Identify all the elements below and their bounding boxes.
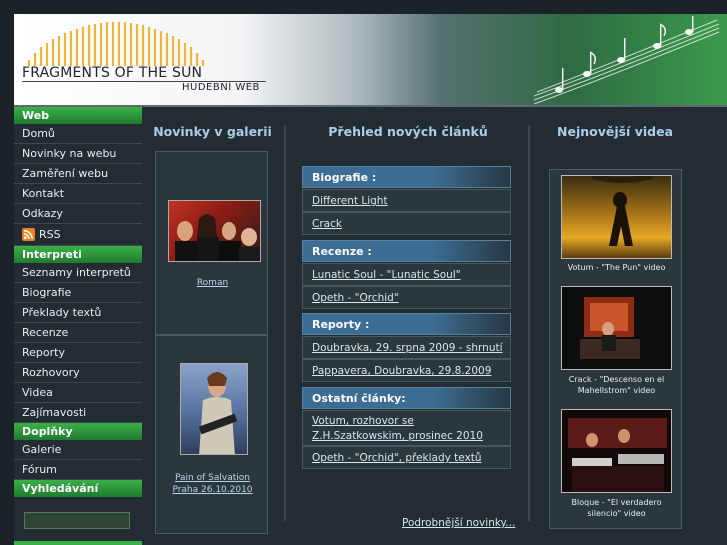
gallery-caption-roman[interactable]: Roman — [156, 277, 269, 289]
page-frame: FRAGMENTS OF THE SUN HUDEBNÍ WEB Web Dom… — [14, 14, 727, 545]
sidebar-item-rss[interactable]: RSS — [14, 224, 142, 246]
gallery-title: Novinky v galerii — [153, 124, 272, 139]
sidebar-section-search: Vyhledávání — [14, 480, 142, 497]
category-recenze: Recenze : — [302, 240, 511, 262]
sidebar-bottom-bar — [14, 541, 142, 545]
video-thumb-votum[interactable] — [561, 175, 672, 259]
column-divider — [528, 125, 530, 521]
sidebar-item-forum[interactable]: Fórum — [14, 460, 142, 480]
sidebar-item-interviews[interactable]: Rozhovory — [14, 363, 142, 383]
rss-icon — [22, 228, 35, 241]
article-link[interactable]: Doubravka, 29. srpna 2009 - shrnutí — [302, 336, 511, 359]
rss-label: RSS — [39, 228, 61, 241]
sun-logo-icon — [27, 22, 205, 66]
gallery-item[interactable]: Roman — [155, 151, 268, 335]
video-thumb-bloque[interactable] — [561, 409, 672, 493]
gallery-caption-pos-line1[interactable]: Pain of Salvation — [156, 472, 269, 484]
video-caption-crack-line2[interactable]: Mahellstrom" video — [553, 385, 680, 396]
category-ostatni: Ostatní články: — [302, 387, 511, 409]
site-header: FRAGMENTS OF THE SUN HUDEBNÍ WEB — [14, 14, 727, 105]
column-divider — [284, 125, 286, 521]
logo-subtitle: HUDEBNÍ WEB — [182, 82, 260, 93]
videos-panel: Votum - "The Pun" video Crack - "Descens… — [549, 169, 682, 529]
article-link[interactable]: Pappavera, Doubravka, 29.8.2009 — [302, 359, 511, 382]
gallery-photo-roman[interactable] — [168, 200, 261, 262]
sidebar-item-reports[interactable]: Reporty — [14, 343, 142, 363]
music-notes-icon — [533, 16, 720, 104]
video-caption-bloque-line1: Bloque - "El verdadero — [571, 498, 662, 507]
articles-title: Přehled nových článků — [328, 124, 488, 139]
video-caption-votum: Votum - "The Pun" video — [567, 263, 666, 272]
article-link[interactable]: Opeth - "Orchid" — [302, 286, 511, 309]
sidebar: Web Domů Novinky na webu Zaměření webu K… — [14, 107, 142, 545]
sidebar-item-gallery[interactable]: Galerie — [14, 440, 142, 460]
sidebar-section-web: Web — [14, 107, 142, 124]
sidebar-item-links[interactable]: Odkazy — [14, 204, 142, 224]
gallery-photo-pain-of-salvation[interactable] — [180, 363, 248, 455]
sidebar-item-home[interactable]: Domů — [14, 124, 142, 144]
article-link[interactable]: Different Light — [302, 189, 511, 212]
search-input[interactable] — [24, 512, 130, 529]
sidebar-item-focus[interactable]: Zaměření webu — [14, 164, 142, 184]
sidebar-item-contact[interactable]: Kontakt — [14, 184, 142, 204]
sidebar-item-translations[interactable]: Překlady textů — [14, 303, 142, 323]
article-link[interactable]: Opeth - "Orchid", překlady textů — [302, 446, 511, 469]
sidebar-item-news[interactable]: Novinky na webu — [14, 144, 142, 164]
gallery-caption-pos-line2[interactable]: Praha 26.10.2010 — [156, 484, 269, 496]
main-content: Novinky v galerii Roman Pain of Salvatio… — [142, 107, 727, 545]
sidebar-item-reviews[interactable]: Recenze — [14, 323, 142, 343]
article-link[interactable]: Lunatic Soul - "Lunatic Soul" — [302, 263, 511, 286]
logo-title: FRAGMENTS OF THE SUN — [22, 65, 203, 81]
sidebar-item-trivia[interactable]: Zajímavosti — [14, 403, 142, 423]
video-thumb-crack[interactable] — [561, 286, 672, 370]
article-link[interactable]: Crack — [302, 212, 511, 235]
article-link[interactable]: Votum, rozhovor se Z.H.Szatkowskim, pros… — [302, 410, 511, 446]
category-reporty: Reporty : — [302, 313, 511, 335]
more-news-link[interactable]: Podrobnější novinky... — [402, 517, 515, 529]
sidebar-item-biography[interactable]: Biografie — [14, 283, 142, 303]
sidebar-section-extras: Doplňky — [14, 423, 142, 440]
videos-title: Nejnovější videa — [557, 124, 673, 139]
sidebar-item-videos[interactable]: Videa — [14, 383, 142, 403]
sidebar-section-interpreti: Interpreti — [14, 246, 142, 263]
video-caption-bloque-line2[interactable]: silencio" video — [553, 508, 680, 519]
category-biografie: Biografie : — [302, 166, 511, 188]
video-caption-crack-line1: Crack - "Descenso en el — [568, 375, 665, 384]
sidebar-item-artist-lists[interactable]: Seznamy interpretů — [14, 263, 142, 283]
gallery-item[interactable]: Pain of Salvation Praha 26.10.2010 — [155, 335, 268, 534]
